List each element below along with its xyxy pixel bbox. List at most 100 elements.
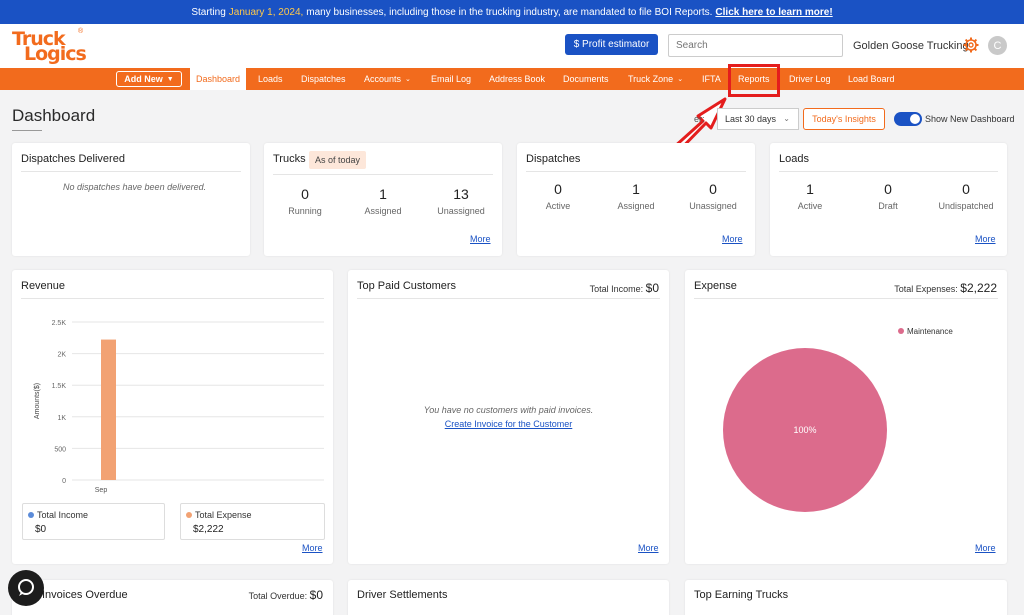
nav-item-address-book[interactable]: Address Book <box>489 68 545 90</box>
date-range-select[interactable]: Last 30 days ⌄ <box>717 108 799 130</box>
expense-label-text: Total Expense <box>195 510 252 520</box>
stat-value: 1 <box>632 181 640 197</box>
create-invoice-link[interactable]: Create Invoice for the Customer <box>348 419 669 429</box>
card-title: Invoices Overdue <box>42 589 128 601</box>
more-link[interactable]: More <box>975 543 996 553</box>
total-income-legend: Total Income $0 <box>22 503 165 540</box>
filter-label-partial: er: <box>694 114 705 124</box>
profit-estimator-button[interactable]: $ Profit estimator <box>565 34 658 55</box>
company-name[interactable]: Golden Goose Trucking <box>853 40 969 52</box>
nav-item-documents[interactable]: Documents <box>563 68 609 90</box>
more-link[interactable]: More <box>470 234 491 244</box>
divider <box>694 298 998 299</box>
divider <box>526 171 746 172</box>
stat-value: 0 <box>962 181 970 197</box>
stat-label: Draft <box>878 201 898 211</box>
more-link[interactable]: More <box>975 234 996 244</box>
stat-label: Unassigned <box>437 206 485 216</box>
nav-item-accounts[interactable]: Accounts ⌄ <box>364 68 411 90</box>
total-income-value: $0 <box>35 524 47 535</box>
more-link[interactable]: More <box>722 234 743 244</box>
empty-message: No dispatches have been delivered. <box>63 182 207 192</box>
nav-item-email-log[interactable]: Email Log <box>431 68 471 90</box>
avatar[interactable]: C <box>988 36 1007 55</box>
gear-icon[interactable] <box>963 37 979 53</box>
chevron-down-icon: ▼ <box>166 75 174 83</box>
stat-value: 1 <box>806 181 814 197</box>
stat-value: 0 <box>709 181 717 197</box>
add-new-label: Add New <box>124 74 163 84</box>
more-link[interactable]: More <box>638 543 659 553</box>
title-underline <box>12 130 42 131</box>
todays-insights-button[interactable]: Today's Insights <box>803 108 885 130</box>
expense-dot-icon <box>186 512 192 518</box>
total-expenses-summary: Total Expenses: $2,222 <box>894 281 997 295</box>
y-axis-label: Amounts($) <box>34 383 41 419</box>
legend-label: Total Income <box>28 510 88 520</box>
main-nav: Add New ▼ Dashboard Loads Dispatches Acc… <box>0 68 1024 90</box>
stat-label: Active <box>545 201 571 211</box>
top-earning-trucks-card: Top Earning Trucks <box>685 580 1007 615</box>
y-tick-label: 0 <box>62 478 66 485</box>
total-value: $2,222 <box>960 281 997 295</box>
nav-item-truck-zone[interactable]: Truck Zone ⌄ <box>628 68 683 90</box>
driver-settlements-card: Driver Settlements <box>348 580 669 615</box>
date-range-value: Last 30 days <box>725 114 777 124</box>
pie-legend: Maintenance <box>898 327 953 336</box>
stat-label: Undispatched <box>938 201 994 211</box>
banner-learn-more-link[interactable]: Click here to learn more! <box>715 7 832 18</box>
total-label: Total Expenses: <box>894 284 958 294</box>
search-input[interactable] <box>668 34 843 57</box>
pie-slice-label: 100% <box>793 425 816 435</box>
nav-item-load-board[interactable]: Load Board <box>848 68 895 90</box>
stat-draft: 0 Draft <box>853 181 923 211</box>
toggle-label: Show New Dashboard <box>925 114 1015 124</box>
stat-label: Running <box>288 206 322 216</box>
nav-item-accounts-label: Accounts <box>364 74 402 84</box>
more-link[interactable]: More <box>302 543 323 553</box>
income-label-text: Total Income <box>37 510 89 520</box>
card-title: Top Earning Trucks <box>694 589 789 601</box>
bar-total-expense[interactable] <box>101 339 116 480</box>
add-new-button[interactable]: Add New ▼ <box>116 71 182 87</box>
nav-item-truck-zone-label: Truck Zone <box>628 74 674 84</box>
card-title: Expense <box>694 280 737 292</box>
card-title: Dispatches <box>526 153 581 165</box>
chat-widget-button[interactable] <box>8 570 44 606</box>
nav-item-loads[interactable]: Loads <box>258 68 283 90</box>
stat-unassigned: 0 Unassigned <box>678 181 748 211</box>
nav-item-driver-log[interactable]: Driver Log <box>789 68 831 90</box>
stat-active: 0 Active <box>523 181 593 211</box>
truck-logics-logo[interactable]: Truck Logics ® <box>12 28 88 65</box>
revenue-card: Revenue 0 500 1K 1.5K 2K 2.5K Amounts($) Sep To… <box>12 270 333 564</box>
new-dashboard-toggle[interactable] <box>894 112 922 126</box>
stat-active: 1 Active <box>775 181 845 211</box>
y-tick-label: 500 <box>54 446 66 453</box>
stat-undispatched: 0 Undispatched <box>931 181 1001 211</box>
income-dot-icon <box>28 512 34 518</box>
expense-card: Expense Total Expenses: $2,222 Maintenan… <box>685 270 1007 564</box>
nav-item-ifta[interactable]: IFTA <box>702 68 721 90</box>
divider <box>21 298 324 299</box>
reports-highlight-box <box>728 64 780 97</box>
loads-card: Loads 1 Active 0 Draft 0 Undispatched More <box>770 143 1007 256</box>
stat-label: Assigned <box>617 201 655 211</box>
divider <box>273 174 493 175</box>
logo-line-2: Logics <box>24 43 87 65</box>
y-tick-label: 2K <box>57 352 66 359</box>
divider <box>21 171 241 172</box>
maintenance-dot-icon <box>898 328 904 334</box>
nav-item-dashboard[interactable]: Dashboard <box>190 68 247 90</box>
revenue-bar-chart: 0 500 1K 1.5K 2K 2.5K Amounts($) Sep <box>34 320 324 494</box>
chevron-down-icon: ⌄ <box>677 76 684 83</box>
stat-assigned: 1 Assigned <box>348 186 418 216</box>
trucks-card: Trucks As of today 0 Running 1 Assigned 13… <box>264 143 502 256</box>
stat-value: 13 <box>453 186 469 202</box>
total-overdue-summary: Total Overdue: $0 <box>249 588 323 602</box>
logo-registered-mark: ® <box>78 28 84 35</box>
expense-pie-chart: 100% <box>723 348 887 512</box>
chat-bubble-icon <box>18 579 34 596</box>
banner-prefix: Starting <box>191 6 226 18</box>
toggle-knob <box>910 114 920 124</box>
nav-item-dispatches[interactable]: Dispatches <box>301 68 346 90</box>
